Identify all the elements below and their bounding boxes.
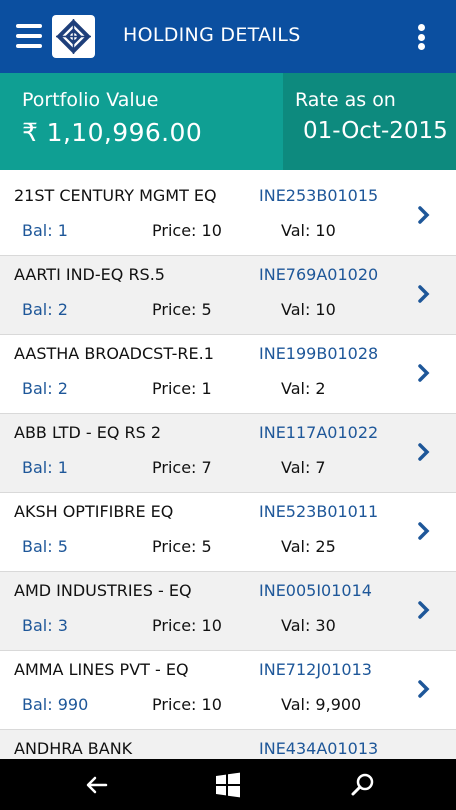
chevron-right-icon[interactable] xyxy=(416,282,432,306)
holding-balance: Bal: 1 xyxy=(22,221,68,240)
holding-row[interactable]: AMD INDUSTRIES - EQ INE005I01014 Bal: 3 … xyxy=(0,572,456,651)
holding-value: Val: 9,900 xyxy=(281,695,362,714)
holding-name: 21ST CENTURY MGMT EQ xyxy=(14,186,217,205)
holding-name: AMD INDUSTRIES - EQ xyxy=(14,581,192,600)
chevron-right-icon[interactable] xyxy=(416,677,432,701)
holding-price: Price: 5 xyxy=(152,537,212,556)
app-header: HOLDING DETAILS xyxy=(0,0,456,73)
rate-date-label: Rate as on xyxy=(295,89,396,111)
holding-isin: INE434A01013 xyxy=(259,739,379,758)
rate-date-value: 01-Oct-2015 xyxy=(303,118,448,144)
holding-isin: INE199B01028 xyxy=(259,344,379,363)
holding-price: Price: 5 xyxy=(152,300,212,319)
holding-value: Val: 25 xyxy=(281,537,336,556)
holding-isin: INE117A01022 xyxy=(259,423,379,442)
rate-date-panel: Rate as on 01-Oct-2015 xyxy=(283,73,456,170)
chevron-right-icon[interactable] xyxy=(416,598,432,622)
holding-value: Val: 10 xyxy=(281,300,336,319)
holding-name: AMMA LINES PVT - EQ xyxy=(14,660,189,679)
holding-value: Val: 30 xyxy=(281,616,336,635)
app-logo xyxy=(52,15,95,58)
holding-price: Price: 10 xyxy=(152,695,222,714)
holding-price: Price: 10 xyxy=(152,616,222,635)
chevron-right-icon[interactable] xyxy=(416,519,432,543)
holding-balance: Bal: 2 xyxy=(22,300,68,319)
chevron-right-icon[interactable] xyxy=(416,440,432,464)
holding-balance: Bal: 3 xyxy=(22,616,68,635)
holding-balance: Bal: 2 xyxy=(22,379,68,398)
chevron-right-icon[interactable] xyxy=(416,203,432,227)
search-icon[interactable] xyxy=(348,770,378,800)
holding-balance: Bal: 1 xyxy=(22,458,68,477)
holding-row[interactable]: AKSH OPTIFIBRE EQ INE523B01011 Bal: 5 Pr… xyxy=(0,493,456,572)
holding-name: AKSH OPTIFIBRE EQ xyxy=(14,502,174,521)
menu-icon[interactable] xyxy=(16,24,42,48)
holding-isin: INE712J01013 xyxy=(259,660,372,679)
chevron-right-icon[interactable] xyxy=(416,361,432,385)
holding-price: Price: 10 xyxy=(152,221,222,240)
portfolio-value-label: Portfolio Value xyxy=(22,89,159,111)
page-title: HOLDING DETAILS xyxy=(123,24,301,46)
portfolio-summary: Portfolio Value ₹ 1,10,996.00 Rate as on… xyxy=(0,73,456,170)
windows-icon[interactable] xyxy=(213,770,243,800)
back-icon[interactable] xyxy=(82,770,112,800)
holding-balance: Bal: 990 xyxy=(22,695,89,714)
holding-row[interactable]: ANDHRA BANK INE434A01013 xyxy=(0,730,456,759)
holding-name: ANDHRA BANK xyxy=(14,739,133,758)
holding-price: Price: 1 xyxy=(152,379,212,398)
holding-isin: INE523B01011 xyxy=(259,502,379,521)
holding-isin: INE769A01020 xyxy=(259,265,379,284)
more-options-icon[interactable] xyxy=(418,24,426,50)
holding-value: Val: 2 xyxy=(281,379,326,398)
holding-row[interactable]: AARTI IND-EQ RS.5 INE769A01020 Bal: 2 Pr… xyxy=(0,256,456,335)
holding-row[interactable]: ABB LTD - EQ RS 2 INE117A01022 Bal: 1 Pr… xyxy=(0,414,456,493)
portfolio-value: ₹ 1,10,996.00 xyxy=(22,118,203,147)
holding-row[interactable]: AMMA LINES PVT - EQ INE712J01013 Bal: 99… xyxy=(0,651,456,730)
holding-price: Price: 7 xyxy=(152,458,212,477)
holding-name: AASTHA BROADCST-RE.1 xyxy=(14,344,214,363)
holdings-list: 21ST CENTURY MGMT EQ INE253B01015 Bal: 1… xyxy=(0,177,456,759)
holding-value: Val: 10 xyxy=(281,221,336,240)
holding-name: ABB LTD - EQ RS 2 xyxy=(14,423,162,442)
holding-row[interactable]: 21ST CENTURY MGMT EQ INE253B01015 Bal: 1… xyxy=(0,177,456,256)
holding-isin: INE005I01014 xyxy=(259,581,372,600)
holding-balance: Bal: 5 xyxy=(22,537,68,556)
holding-row[interactable]: AASTHA BROADCST-RE.1 INE199B01028 Bal: 2… xyxy=(0,335,456,414)
portfolio-value-panel: Portfolio Value ₹ 1,10,996.00 xyxy=(0,73,283,170)
holding-isin: INE253B01015 xyxy=(259,186,379,205)
system-nav-bar xyxy=(0,759,456,810)
holding-value: Val: 7 xyxy=(281,458,326,477)
holding-name: AARTI IND-EQ RS.5 xyxy=(14,265,165,284)
